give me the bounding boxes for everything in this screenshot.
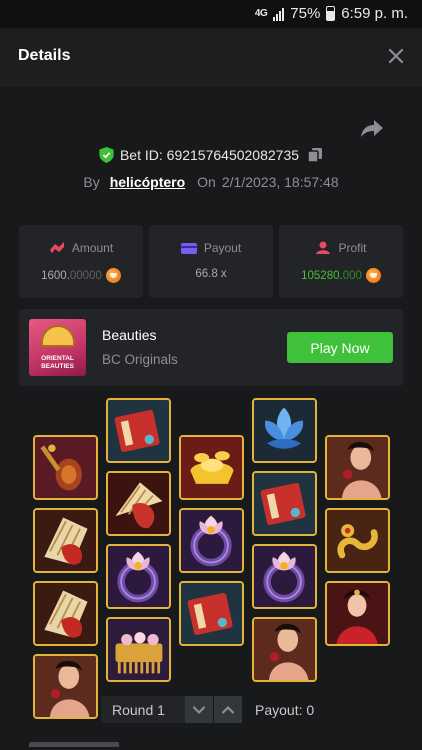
amount-card: Amount 1600. 00000 <box>19 225 143 298</box>
on-label: On <box>197 174 216 190</box>
game-card: ORIENTAL BEAUTIES Beauties BC Originals … <box>19 309 403 386</box>
thumb-title-line1: ORIENTAL <box>41 355 74 362</box>
verified-shield-icon <box>99 147 114 163</box>
reel-symbol-lotus-ring <box>179 508 244 573</box>
reel-symbol-scroll-fan <box>33 508 98 573</box>
clock: 6:59 p. m. <box>341 5 408 22</box>
coin-icon <box>365 268 381 283</box>
round-controls: Round 1 Payout: 0 <box>0 696 422 724</box>
status-bar: 4G 75% 6:59 p. m. <box>0 0 422 28</box>
bet-id-row: Bet ID: 69215764502082735 <box>0 147 422 163</box>
reel-symbol-fan <box>106 471 171 536</box>
reel-symbol-red-book <box>179 581 244 646</box>
reel-symbol-pipa <box>33 435 98 500</box>
bet-date: 2/1/2023, 18:57:48 <box>221 174 339 190</box>
bet-author-row: By helicóptero On 2/1/2023, 18:57:48 <box>0 174 422 190</box>
reel-symbol-lady-rose <box>325 435 390 500</box>
reel-symbol-lotus-ring <box>252 544 317 609</box>
by-label: By <box>83 174 100 190</box>
reel-symbol-red-book <box>106 398 171 463</box>
close-icon[interactable] <box>384 44 408 68</box>
signal-icon <box>273 7 285 21</box>
bottom-section-peek <box>29 742 149 750</box>
battery-icon <box>326 6 336 21</box>
amount-icon <box>49 242 64 253</box>
chevron-down-icon <box>192 706 206 715</box>
amount-value: 1600. <box>41 269 70 282</box>
reel-symbol-lady-rose <box>252 617 317 682</box>
reel-symbol-red-book <box>252 471 317 536</box>
game-provider: BC Originals <box>102 352 178 367</box>
game-name: Beauties <box>102 327 157 343</box>
share-icon[interactable] <box>360 118 384 138</box>
coin-icon <box>105 268 121 283</box>
profit-label: Profit <box>338 241 367 255</box>
play-now-button[interactable]: Play Now <box>287 332 393 363</box>
slot-reels <box>0 395 422 719</box>
round-select[interactable]: Round 1 <box>101 696 185 723</box>
details-header: Details <box>0 28 422 86</box>
reel-symbol-lady-red <box>325 581 390 646</box>
profit-card: Profit 105280. 000 <box>279 225 403 298</box>
username-link[interactable]: helicóptero <box>110 174 185 190</box>
profit-value: 105280. <box>301 269 343 282</box>
bet-stats: Amount 1600.00000 Payout 66.8 x Profit <box>19 225 403 298</box>
round-next-button[interactable] <box>185 696 213 723</box>
page-title: Details <box>18 47 71 64</box>
reel-symbol-gold-ingot <box>179 435 244 500</box>
bet-id: Bet ID: 69215764502082735 <box>119 147 300 163</box>
payout-value: 66.8 x <box>195 268 227 280</box>
chevron-up-icon <box>221 705 235 714</box>
reel-symbol-jade-pendant <box>325 508 390 573</box>
profit-icon <box>316 241 331 254</box>
fan-icon <box>41 325 75 347</box>
reel-symbol-comb <box>106 617 171 682</box>
amount-label: Amount <box>71 241 114 255</box>
thumb-title-line2: BEAUTIES <box>41 363 74 370</box>
profit-decimals: 000 <box>342 269 362 282</box>
round-prev-button[interactable] <box>214 696 242 723</box>
battery-percent: 75% <box>290 5 321 22</box>
copy-icon[interactable] <box>307 147 323 163</box>
amount-decimals: 00000 <box>69 269 102 282</box>
payout-label: Payout <box>203 241 242 255</box>
wallet-icon <box>180 242 197 254</box>
reel-symbol-lotus-ring <box>106 544 171 609</box>
network-type: 4G <box>254 8 268 19</box>
round-payout: Payout: 0 <box>255 702 315 718</box>
reel-symbol-blue-lotus <box>252 398 317 463</box>
game-thumbnail[interactable]: ORIENTAL BEAUTIES <box>29 319 86 376</box>
payout-card: Payout 66.8 x <box>149 225 273 298</box>
reel-symbol-scroll-fan <box>33 581 98 646</box>
